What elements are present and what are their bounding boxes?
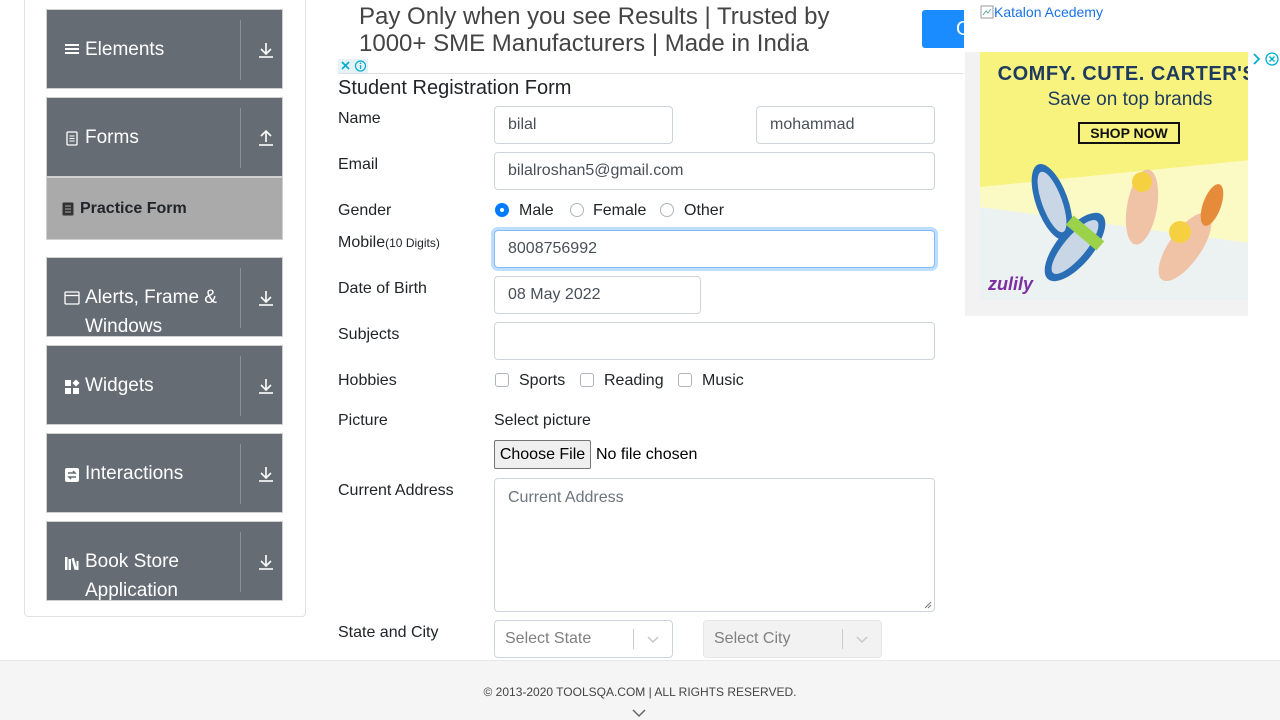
divider bbox=[842, 629, 843, 649]
form-icon bbox=[62, 202, 74, 216]
download-arrow-icon[interactable] bbox=[257, 41, 275, 59]
hobby-music-checkbox[interactable] bbox=[678, 373, 692, 387]
sidebar-group-book-store[interactable]: Book Store Application bbox=[46, 521, 283, 601]
sidebar-group-label: Widgets bbox=[85, 375, 154, 396]
state-placeholder: Select State bbox=[505, 630, 592, 647]
sidebar-group-label-line2: Application bbox=[85, 580, 178, 601]
chevron-down-icon bbox=[856, 636, 868, 644]
sidebar-group-label: Elements bbox=[85, 39, 165, 60]
divider bbox=[633, 629, 634, 649]
divider bbox=[240, 532, 241, 592]
sidebar-group-label-line2: Windows bbox=[85, 316, 163, 337]
divider bbox=[240, 268, 241, 328]
hamburger-icon bbox=[65, 44, 79, 54]
sidebar-group-elements[interactable]: Elements bbox=[46, 9, 283, 89]
footer: © 2013-2020 TOOLSQA.COM | ALL RIGHTS RES… bbox=[0, 660, 1280, 720]
sidebar-group-label: Forms bbox=[85, 127, 139, 148]
ad-headline: COMFY. CUTE. CARTER'S. bbox=[997, 63, 1248, 85]
footer-copyright: © 2013-2020 TOOLSQA.COM | ALL RIGHTS RES… bbox=[483, 685, 797, 699]
top-ad-line2: 1000+ SME Manufacturers | Made in India bbox=[359, 30, 809, 57]
current-address-textarea[interactable]: Current Address bbox=[494, 478, 935, 612]
chevron-down-icon bbox=[647, 636, 659, 644]
sidebar-group-forms[interactable]: Forms bbox=[46, 97, 283, 177]
download-arrow-icon[interactable] bbox=[257, 465, 275, 483]
hobby-sports-label[interactable]: Sports bbox=[519, 371, 565, 391]
sidebar-group-label: Interactions bbox=[85, 463, 184, 484]
dob-label: Date of Birth bbox=[338, 280, 427, 297]
chevron-down-icon[interactable] bbox=[632, 708, 646, 718]
city-select[interactable]: Select City bbox=[703, 620, 882, 658]
no-file-text: No file chosen bbox=[596, 446, 698, 463]
gender-other-label[interactable]: Other bbox=[684, 201, 724, 221]
sidebar-item-practice-form[interactable]: Practice Form bbox=[46, 177, 283, 240]
page-title: Student Registration Form bbox=[338, 77, 572, 99]
resize-handle-icon[interactable] bbox=[924, 601, 932, 609]
email-label: Email bbox=[338, 156, 379, 173]
state-city-label: State and City bbox=[338, 624, 439, 641]
hobby-reading-checkbox[interactable] bbox=[580, 373, 594, 387]
mobile-label: Mobile(10 Digits) bbox=[338, 233, 440, 253]
katalon-ad-link[interactable]: Katalon Acedemy bbox=[980, 4, 1103, 20]
divider bbox=[240, 356, 241, 416]
sidebar-group-interactions[interactable]: Interactions bbox=[46, 433, 283, 513]
subjects-input[interactable] bbox=[494, 322, 935, 360]
sidebar-group-label-line1: Book Store bbox=[85, 551, 179, 572]
mobile-input[interactable]: 8008756992 bbox=[494, 230, 935, 268]
books-icon bbox=[65, 557, 79, 571]
interactions-icon bbox=[65, 468, 79, 482]
mobile-label-text: Mobile bbox=[338, 234, 386, 251]
mobile-hint: (10 Digits) bbox=[385, 236, 440, 250]
choose-file-button[interactable]: Choose File bbox=[494, 440, 591, 469]
divider bbox=[240, 20, 241, 80]
ad-close-icon[interactable] bbox=[1250, 52, 1280, 66]
window-icon bbox=[64, 291, 80, 305]
divider bbox=[338, 73, 963, 74]
sidebar-group-widgets[interactable]: Widgets bbox=[46, 345, 283, 425]
select-picture-label: Select picture bbox=[494, 412, 591, 429]
gender-female-radio[interactable] bbox=[570, 203, 584, 217]
hobby-sports-checkbox[interactable] bbox=[495, 373, 509, 387]
gender-label: Gender bbox=[338, 202, 392, 219]
download-arrow-icon[interactable] bbox=[257, 289, 275, 307]
sidebar-item-label: Practice Form bbox=[80, 200, 187, 217]
sidebar-group-alerts[interactable]: Alerts, Frame & Windows bbox=[46, 257, 283, 337]
divider bbox=[240, 108, 241, 168]
current-address-placeholder: Current Address bbox=[508, 489, 624, 506]
katalon-ad-text: Katalon Acedemy bbox=[994, 4, 1103, 20]
ad-choices-icon[interactable] bbox=[338, 59, 368, 73]
shop-now-button[interactable]: SHOP NOW bbox=[1078, 122, 1180, 144]
carters-ad[interactable]: COMFY. CUTE. CARTER'S. Save on top brand… bbox=[965, 52, 1248, 316]
first-name-input[interactable]: bilal bbox=[494, 106, 673, 144]
widgets-icon bbox=[65, 379, 80, 394]
broken-image-icon bbox=[980, 5, 994, 19]
ad-subline: Save on top brands bbox=[1047, 89, 1213, 110]
upload-arrow-icon[interactable] bbox=[257, 129, 275, 147]
download-arrow-icon[interactable] bbox=[257, 553, 275, 571]
divider bbox=[240, 444, 241, 504]
carters-ad-banner[interactable]: COMFY. CUTE. CARTER'S. Save on top brand… bbox=[980, 52, 1248, 300]
download-arrow-icon[interactable] bbox=[257, 377, 275, 395]
current-address-label: Current Address bbox=[338, 482, 454, 499]
top-ad-text[interactable]: Pay Only when you see Results | Trusted … bbox=[359, 3, 919, 57]
gender-other-radio[interactable] bbox=[660, 203, 674, 217]
top-ad-button[interactable]: O bbox=[922, 10, 972, 48]
top-ad-line1: Pay Only when you see Results | Trusted … bbox=[359, 3, 830, 30]
gender-male-radio[interactable] bbox=[495, 203, 509, 217]
document-icon bbox=[66, 131, 78, 146]
name-label: Name bbox=[338, 110, 381, 127]
hobbies-label: Hobbies bbox=[338, 372, 397, 389]
sidebar-group-label-line1: Alerts, Frame & bbox=[85, 287, 217, 308]
hobby-reading-label[interactable]: Reading bbox=[604, 371, 664, 391]
last-name-input[interactable]: mohammad bbox=[756, 106, 935, 144]
gender-male-label[interactable]: Male bbox=[519, 201, 554, 221]
gender-female-label[interactable]: Female bbox=[593, 201, 646, 221]
email-input[interactable]: bilalroshan5@gmail.com bbox=[494, 152, 935, 190]
picture-label: Picture bbox=[338, 412, 388, 429]
state-select[interactable]: Select State bbox=[494, 620, 673, 658]
hobby-music-label[interactable]: Music bbox=[702, 371, 744, 391]
dob-input[interactable]: 08 May 2022 bbox=[494, 276, 701, 314]
ad-brand-logo: zulily bbox=[988, 274, 1034, 294]
city-placeholder: Select City bbox=[714, 630, 791, 647]
subjects-label: Subjects bbox=[338, 326, 400, 343]
